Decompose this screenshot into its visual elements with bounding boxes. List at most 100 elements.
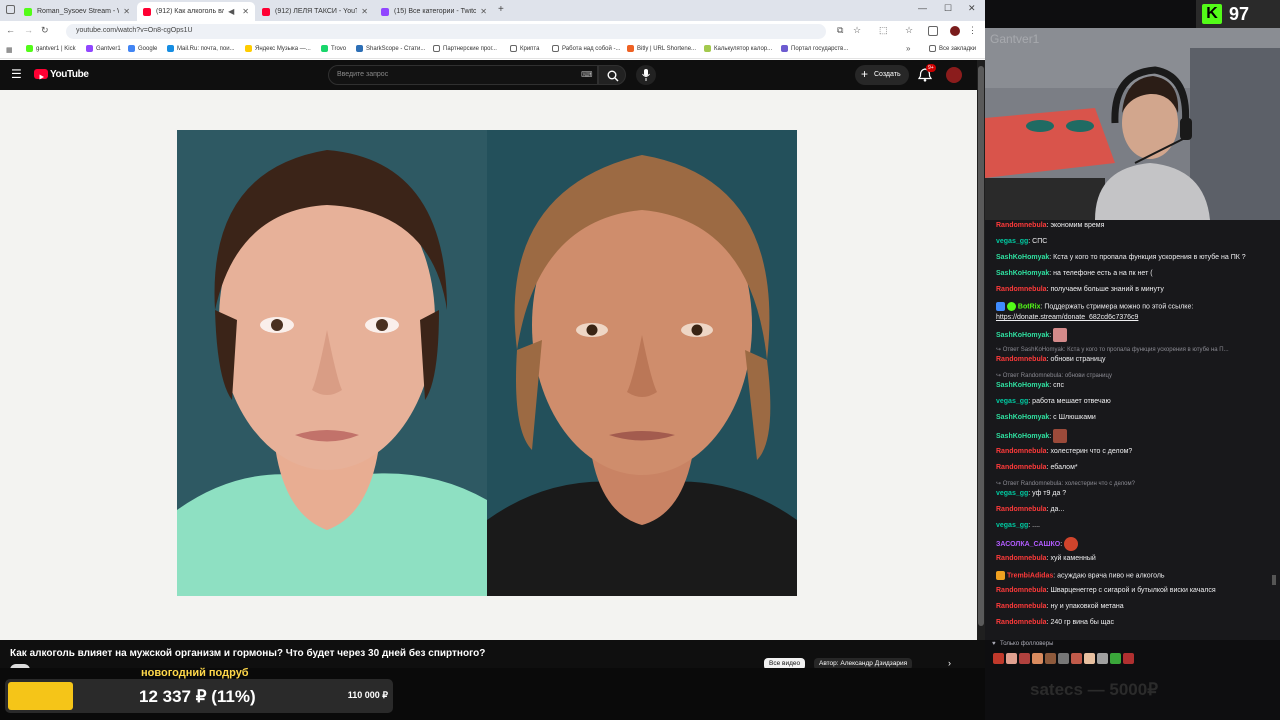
bookmark-item[interactable]: Работа над собой -... (552, 45, 620, 52)
emote-image[interactable] (1045, 653, 1056, 664)
account-avatar[interactable] (946, 67, 962, 83)
close-tab-icon[interactable]: ✕ (123, 7, 130, 16)
minimize-button[interactable]: — (918, 3, 927, 13)
sharkscope-icon (356, 45, 363, 52)
search-input[interactable]: Введите запрос ⌨ (328, 65, 598, 85)
emote-image[interactable] (1084, 653, 1095, 664)
apps-grid-icon[interactable]: ▦ (6, 46, 13, 54)
emote-image[interactable] (1110, 653, 1121, 664)
tab-youtube-taxi[interactable]: (912) ЛЕЛЯ ТАКСИ - YouTube✕ (256, 2, 374, 21)
bookmark-item[interactable]: Крипта (510, 45, 539, 52)
emote-image[interactable] (1058, 653, 1069, 664)
youtube-logo-text[interactable]: YouTube (50, 69, 89, 80)
bookmark-item[interactable]: Gantver1 (86, 45, 121, 52)
emote-image[interactable] (1123, 653, 1134, 664)
search-button[interactable] (598, 65, 626, 85)
emote-image[interactable] (1019, 653, 1030, 664)
chat-message: Randomnebula: ебалом* (996, 464, 1078, 471)
chat-link[interactable]: https://donate.stream/donate_682cd6c7376… (996, 314, 1138, 321)
all-bookmarks[interactable]: Все закладки (929, 45, 976, 52)
hamburger-menu-icon[interactable]: ☰ (11, 68, 22, 80)
video-player[interactable] (0, 90, 977, 640)
scrollbar-thumb[interactable] (978, 66, 984, 626)
followers-only-label: Только фолловеры (1000, 641, 1054, 647)
chat-message: Randomnebula: ну и упаковкой метана (996, 603, 1124, 610)
bookmark-star-icon[interactable]: ☆ (853, 25, 861, 36)
bookmark-item[interactable]: Яндекс Музыка —... (245, 45, 311, 52)
kick-logo-icon: K (1202, 4, 1222, 24)
browser-menu-icon[interactable]: ⋮ (968, 25, 977, 36)
close-tab-icon[interactable]: ✕ (361, 7, 368, 16)
reading-list-icon[interactable]: ☆ (905, 25, 913, 36)
speaker-icon[interactable]: ◀ (228, 7, 234, 16)
youtube-favicon-icon (262, 7, 270, 16)
notifications-button[interactable]: 9+ (917, 64, 936, 82)
calculator-icon (704, 45, 711, 52)
chevron-right-icon[interactable]: › (948, 658, 951, 668)
tab-kick-stream[interactable]: Roman_Sysoev Stream - Watch✕ (18, 2, 136, 21)
emote-image[interactable] (1071, 653, 1082, 664)
profile-avatar[interactable] (950, 26, 960, 36)
bookmark-item[interactable]: Bitly | URL Shortene... (627, 45, 696, 52)
bot-badge-icon (1006, 302, 1016, 311)
close-tab-icon[interactable]: ✕ (242, 7, 249, 16)
side-panel-icon[interactable] (928, 26, 938, 36)
close-tab-icon[interactable]: ✕ (480, 7, 487, 16)
kick-viewer-badge: K 97 (1196, 0, 1280, 28)
chat-message: Randomnebula: 240 гр вина бы щас (996, 619, 1114, 626)
emote-image (1053, 328, 1068, 342)
tab-twitch[interactable]: (15) Все категории - Twitch ✕ (375, 2, 493, 21)
keyboard-icon[interactable]: ⌨ (581, 70, 593, 79)
microphone-icon (642, 69, 650, 81)
voice-search-button[interactable] (636, 65, 656, 85)
emote-image[interactable] (993, 653, 1004, 664)
emote-image[interactable] (1032, 653, 1043, 664)
chat-message: SashKoHomyak: Кста у кого то пропала фун… (996, 254, 1246, 261)
emote-image[interactable] (1006, 653, 1017, 664)
bookmark-item[interactable]: Mail.Ru: почта, пои... (167, 45, 235, 52)
more-bookmarks-icon[interactable]: » (906, 44, 910, 53)
chat-message: Randomnebula: Шварценеггер с сигарой и б… (996, 587, 1216, 594)
chat-message: Randomnebula: экономим время (996, 222, 1105, 229)
maximize-button[interactable]: ☐ (944, 3, 952, 14)
bookmark-item[interactable]: Калькулятор калор... (704, 45, 772, 52)
back-arrow-icon[interactable]: ← (6, 25, 15, 35)
chat-message: vegas_gg: СПС (996, 238, 1048, 245)
chat-scroll-indicator[interactable] (1272, 575, 1276, 585)
verified-badge-icon (996, 302, 1005, 311)
youtube-logo-icon[interactable] (34, 69, 48, 80)
new-tab-button[interactable]: + (498, 4, 504, 15)
create-button[interactable]: + Создать (855, 65, 909, 85)
video-title: Как алкоголь влияет на мужской организм … (10, 648, 486, 659)
close-window-button[interactable]: ✕ (968, 3, 976, 14)
emote-image (1064, 537, 1079, 551)
bookmark-item[interactable]: Trovo (321, 45, 346, 52)
chat-message: vegas_gg: уф т9 да ? (996, 490, 1067, 497)
tab-youtube-alcohol[interactable]: (912) Как алкоголь влияет◀✕ (137, 2, 255, 21)
emote-image[interactable] (1097, 653, 1108, 664)
reload-icon[interactable]: ↻ (41, 25, 49, 36)
face-photo-after (487, 130, 797, 596)
chat-emote-bar (993, 653, 1134, 665)
emote-image (1053, 429, 1068, 443)
chat-message: Randomnebula: хуй каменный (996, 555, 1096, 562)
chat-message: SashKoHomyak: (996, 328, 1068, 342)
page-scrollbar[interactable] (977, 60, 985, 640)
chat-reply-reference: ↪ Ответ SashKoHomyak: Кста у кого то про… (996, 347, 1229, 353)
bookmark-item[interactable]: gantver1 | Kick (26, 45, 76, 52)
forward-arrow-icon[interactable]: → (24, 25, 33, 35)
bookmark-item[interactable]: Портал государств... (781, 45, 848, 52)
youtube-favicon-icon (143, 7, 151, 16)
bookmark-item[interactable]: Google (128, 45, 157, 52)
chat-message: SashKoHomyak: спс (996, 382, 1064, 389)
tab-search-icon[interactable] (6, 5, 15, 14)
url-input[interactable]: youtube.com/watch?v=On8-cgOps1U (66, 24, 826, 39)
folder-icon (929, 45, 936, 52)
bookmark-item[interactable]: SharkScope - Стати... (356, 45, 425, 52)
bookmark-item[interactable]: Партнерские прог... (433, 45, 497, 52)
chat-message: Randomnebula: холестерин что с делом? (996, 448, 1133, 455)
goal-progress-fill (8, 682, 73, 710)
extensions-icon[interactable]: ⬚ (879, 25, 888, 36)
install-app-icon[interactable]: ⧉ (837, 25, 843, 36)
gosuslugi-icon (781, 45, 788, 52)
